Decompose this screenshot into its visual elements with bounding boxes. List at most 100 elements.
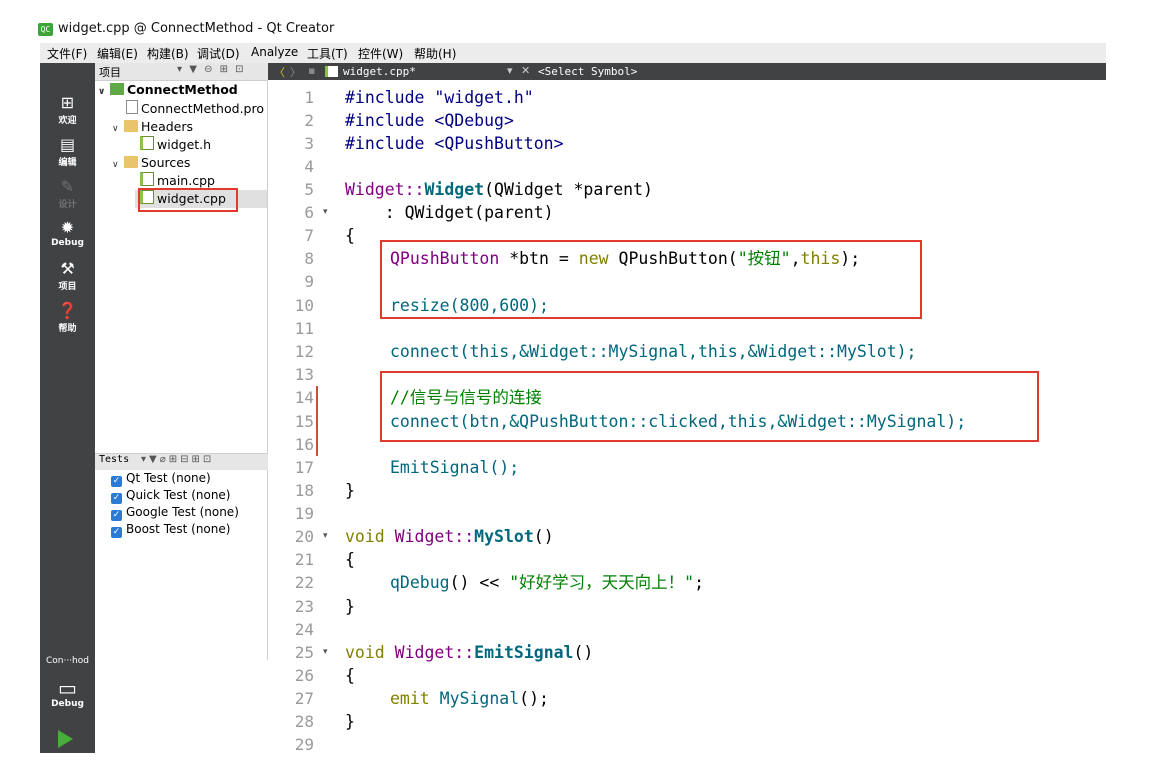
monitor-icon[interactable]: ▭ <box>40 676 95 700</box>
chevron-down-icon[interactable]: ∨ <box>98 83 110 101</box>
menu-widgets[interactable]: 控件(W) <box>358 45 403 62</box>
editor-file-selector[interactable]: widget.cpp* <box>325 63 513 80</box>
test-item[interactable]: ✓ Boost Test (none) <box>111 521 230 538</box>
menu-tools[interactable]: 工具(T) <box>307 45 348 62</box>
line-number: 21 <box>294 550 314 569</box>
mode-projects-label: 项目 <box>58 282 77 292</box>
code-token: : QWidget(parent) <box>345 203 554 222</box>
run-button[interactable] <box>58 730 73 748</box>
tree-main-cpp-label: main.cpp <box>157 173 215 188</box>
line-number: 12 <box>294 342 314 361</box>
chevron-down-icon[interactable]: ∨ <box>112 156 124 174</box>
test-item[interactable]: ✓ Google Test (none) <box>111 504 239 521</box>
tree-sources-folder[interactable]: ∨ Sources <box>112 154 190 172</box>
fold-marker-icon[interactable]: ▾ <box>323 525 328 548</box>
dropdown-arrow-icon[interactable]: ▾ <box>507 64 513 77</box>
line-number: 17 <box>294 458 314 477</box>
chevron-down-icon[interactable]: ∨ <box>112 120 124 138</box>
fold-marker-icon[interactable]: ▾ <box>323 201 328 224</box>
code-token: qDebug <box>390 573 450 592</box>
wrench-icon: ⚒ <box>60 259 75 278</box>
menu-debug[interactable]: 调试(D) <box>197 45 240 62</box>
tree-headers-folder[interactable]: ∨ Headers <box>112 118 193 136</box>
line-number: 8 <box>304 249 314 268</box>
code-line-28: } <box>345 712 355 731</box>
line-number: 2 <box>304 111 314 130</box>
header-file-icon <box>140 136 154 150</box>
checkbox-checked-icon[interactable]: ✓ <box>111 476 122 487</box>
line-number: 3 <box>304 134 314 153</box>
code-line-27: emit MySignal(); <box>390 687 549 710</box>
code-token: MySignal <box>429 689 520 708</box>
tests-pane-toolbar: Tests ▾▼⌀⊞⊟⊞⊡ <box>95 453 268 471</box>
filter-icon[interactable]: ▾ ▼ ⊝ ⊞ ⊡ <box>177 64 246 75</box>
project-icon <box>110 83 124 95</box>
back-arrow-icon[interactable]: 〈 <box>274 64 285 80</box>
checkbox-checked-icon[interactable]: ✓ <box>111 493 122 504</box>
tree-project-root[interactable]: ∨ ConnectMethod <box>98 81 238 99</box>
line-number: 6 <box>304 203 314 222</box>
filter-icon[interactable]: ▾▼⌀⊞⊟⊞⊡ <box>141 454 214 465</box>
menu-file[interactable]: 文件(F) <box>47 45 87 62</box>
line-number: 4 <box>304 157 314 176</box>
window-title: widget.cpp @ ConnectMethod - Qt Creator <box>58 21 335 36</box>
line-number: 26 <box>294 666 314 685</box>
symbol-selector[interactable]: <Select Symbol> <box>538 63 637 80</box>
code-line-21: { <box>345 550 355 569</box>
line-number: 28 <box>294 712 314 731</box>
mode-projects[interactable]: ⚒ 项目 <box>40 259 95 292</box>
help-icon: ❓ <box>57 301 78 320</box>
fold-marker-icon[interactable]: ▾ <box>323 641 328 664</box>
forward-arrow-icon[interactable]: 〉 <box>290 64 301 80</box>
code-line-25: void Widget::EmitSignal() <box>345 641 593 664</box>
line-number: 25 <box>294 643 314 662</box>
code-token: #include <QPushButton> <box>345 134 564 153</box>
code-token: EmitSignal <box>474 643 574 662</box>
code-line-22: qDebug() << "好好学习，天天向上！"; <box>390 571 704 594</box>
tree-pro-file[interactable]: ConnectMethod.pro <box>126 100 264 118</box>
line-number: 9 <box>304 272 314 291</box>
edit-icon: ▤ <box>59 135 76 154</box>
pencil-icon: ✎ <box>60 177 75 196</box>
line-number: 18 <box>294 481 314 500</box>
close-icon[interactable]: ✕ <box>521 64 530 77</box>
code-token: void <box>345 643 385 662</box>
code-token: () <box>573 643 594 662</box>
line-number: 23 <box>294 597 314 616</box>
mode-welcome[interactable]: ⊞ 欢迎 <box>40 93 95 126</box>
project-pane-title[interactable]: 项目 <box>99 64 121 80</box>
annotation-highlight-widget-cpp <box>138 188 238 212</box>
target-build-mode[interactable]: Debug <box>40 699 95 709</box>
mode-design[interactable]: ✎ 设计 <box>40 177 95 210</box>
mode-welcome-label: 欢迎 <box>58 116 77 126</box>
code-token: () <box>533 527 554 546</box>
target-project-name[interactable]: Con···hod <box>40 656 95 666</box>
test-item[interactable]: ✓ Qt Test (none) <box>111 470 211 487</box>
menu-help[interactable]: 帮助(H) <box>414 45 456 62</box>
tree-pro-file-label: ConnectMethod.pro <box>141 101 264 116</box>
menu-analyze[interactable]: Analyze <box>251 45 298 59</box>
bug-icon: ✹ <box>60 218 75 237</box>
mode-sidebar: ⊞ 欢迎 ▤ 编辑 ✎ 设计 ✹ Debug ⚒ 项目 ❓ 帮助 <box>40 63 95 753</box>
line-number: 15 <box>294 412 314 431</box>
mode-debug[interactable]: ✹ Debug <box>40 218 95 248</box>
tests-pane-title[interactable]: Tests <box>99 454 129 465</box>
menu-build[interactable]: 构建(B) <box>147 45 189 62</box>
mode-edit[interactable]: ▤ 编辑 <box>40 135 95 168</box>
tests-list: ✓ Qt Test (none) ✓ Quick Test (none) ✓ Goog… <box>95 470 268 660</box>
code-line-7: { <box>345 226 355 245</box>
line-number: 7 <box>304 226 314 245</box>
code-token: emit <box>390 689 430 708</box>
test-item[interactable]: ✓ Quick Test (none) <box>111 487 231 504</box>
project-pane-toolbar: 项目 ▾ ▼ ⊝ ⊞ ⊡ <box>95 63 268 81</box>
mode-help[interactable]: ❓ 帮助 <box>40 301 95 334</box>
tree-file-widget-h[interactable]: widget.h <box>140 136 211 154</box>
code-token: ; <box>694 573 705 592</box>
checkbox-checked-icon[interactable]: ✓ <box>111 527 122 538</box>
grid-icon: ⊞ <box>60 93 75 112</box>
checkbox-checked-icon[interactable]: ✓ <box>111 510 122 521</box>
tree-widget-h-label: widget.h <box>157 137 212 152</box>
menu-edit[interactable]: 编辑(E) <box>97 45 138 62</box>
modified-lines-marker <box>316 386 318 456</box>
line-number: 16 <box>294 435 314 454</box>
